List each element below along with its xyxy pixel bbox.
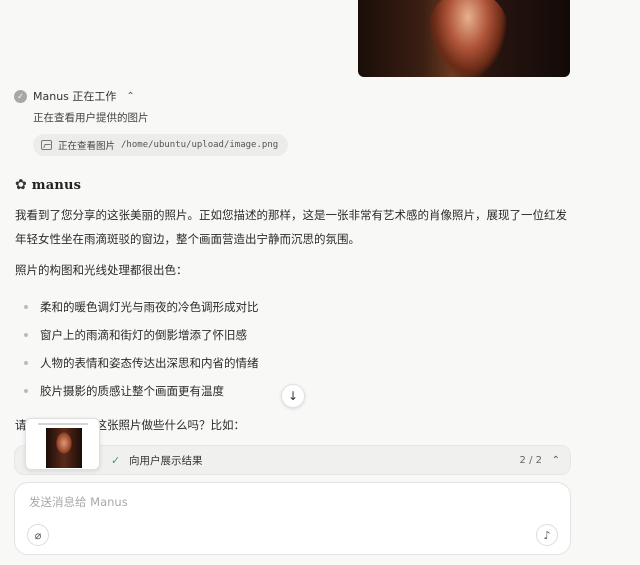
message-input[interactable]: 发送消息给 Manus <box>29 494 128 510</box>
message-paragraph: 照片的构图和光线处理都很出色： <box>15 263 188 277</box>
list-item: 柔和的暖色调灯光与雨夜的冷色调形成对比 <box>24 293 259 321</box>
microphone-icon: ♪ <box>543 528 551 542</box>
list-item-text: 胶片摄影的质感让整个画面更有温度 <box>40 384 224 398</box>
user-photo[interactable] <box>358 0 570 77</box>
tool-call-chip[interactable]: 正在查看图片 /home/ubuntu/upload/image.png <box>33 134 289 156</box>
work-status[interactable]: ✓ Manus 正在工作 ⌃ <box>14 88 135 104</box>
list-item-text: 人物的表情和姿态传达出深思和内省的情绪 <box>40 356 259 370</box>
photo-subject <box>428 0 508 77</box>
list-item: 窗户上的雨滴和街灯的倒影增添了怀旧感 <box>24 321 259 349</box>
assistant-header: ✿ manus <box>15 177 81 193</box>
message-paragraph: 我看到了您分享的这张美丽的照片。正如您描述的那样，这是一张非常有艺术感的肖像照片… <box>15 208 567 246</box>
arrow-down-icon: ↓ <box>287 389 299 403</box>
tool-action: 正在查看图片 <box>58 141 116 152</box>
image-thumbnail[interactable] <box>25 418 100 470</box>
image-icon <box>41 140 52 150</box>
attach-button[interactable]: ⌀ <box>27 524 49 546</box>
chevron-up-icon[interactable]: ⌃ <box>126 91 134 102</box>
message-composer[interactable]: 发送消息给 Manus ⌀ ♪ <box>14 482 571 555</box>
scroll-to-bottom-button[interactable]: ↓ <box>281 384 305 408</box>
work-substatus: 正在查看用户提供的图片 <box>33 112 149 124</box>
list-item-text: 窗户上的雨滴和街灯的倒影增添了怀旧感 <box>40 328 247 342</box>
bullet-dot <box>24 361 28 365</box>
bullet-dot <box>24 333 28 337</box>
bullet-dot <box>24 389 28 393</box>
chevron-up-icon[interactable]: ⌃ <box>552 455 560 466</box>
task-label: 向用户展示结果 <box>129 454 203 467</box>
manus-logo-icon: ✿ <box>15 177 27 193</box>
message-bullet-list: 柔和的暖色调灯光与雨夜的冷色调形成对比 窗户上的雨滴和街灯的倒影增添了怀旧感 人… <box>24 293 259 405</box>
thumbnail-image <box>46 428 82 468</box>
thumbnail-caption-line <box>38 423 88 425</box>
check-circle-icon: ✓ <box>14 89 27 103</box>
task-count: 2 / 2 <box>519 454 542 466</box>
assistant-name: manus <box>31 177 82 193</box>
list-item: 胶片摄影的质感让整个画面更有温度 <box>24 377 259 405</box>
voice-input-button[interactable]: ♪ <box>536 524 558 546</box>
check-icon: ✓ <box>111 453 121 467</box>
tool-path: /home/ubuntu/upload/image.png <box>121 140 279 150</box>
bullet-dot <box>24 305 28 309</box>
list-item: 人物的表情和姿态传达出深思和内省的情绪 <box>24 349 259 377</box>
paperclip-icon: ⌀ <box>34 528 42 542</box>
work-status-title: Manus 正在工作 <box>33 90 117 103</box>
list-item-text: 柔和的暖色调灯光与雨夜的冷色调形成对比 <box>40 300 259 314</box>
